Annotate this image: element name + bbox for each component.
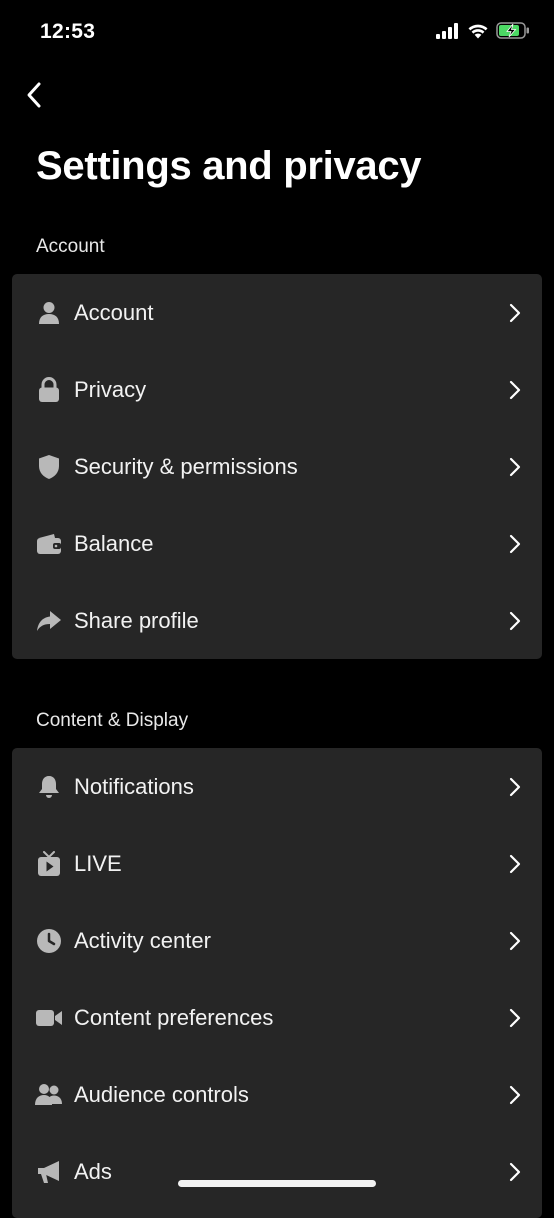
settings-item-label: Account [74, 299, 154, 325]
shield-icon [35, 453, 63, 481]
chevron-right-icon [508, 380, 522, 400]
bell-icon [35, 773, 63, 801]
clock-icon [35, 927, 63, 955]
video-camera-icon [35, 1004, 63, 1032]
chevron-right-icon [508, 1085, 522, 1105]
settings-item-label: Security & permissions [74, 453, 298, 479]
chevron-right-icon [508, 611, 522, 631]
back-button[interactable] [18, 80, 50, 114]
chevron-right-icon [508, 303, 522, 323]
settings-item-balance[interactable]: Balance [12, 505, 542, 582]
settings-item-activity-center[interactable]: Activity center [12, 902, 542, 979]
person-icon [35, 299, 63, 327]
settings-item-privacy[interactable]: Privacy [12, 351, 542, 428]
settings-item-share-profile[interactable]: Share profile [12, 582, 542, 659]
status-bar: 12:53 [0, 0, 554, 66]
people-icon [35, 1081, 63, 1109]
settings-item-account[interactable]: Account [12, 274, 542, 351]
tv-play-icon [35, 850, 63, 878]
content-display-card: Notifications LIVE Activity center Conte… [12, 748, 542, 1218]
settings-item-live[interactable]: LIVE [12, 825, 542, 902]
share-arrow-icon [35, 607, 63, 635]
settings-item-label: Balance [74, 530, 154, 556]
page-title: Settings and privacy [36, 144, 422, 188]
cellular-signal-icon [436, 22, 460, 44]
chevron-right-icon [508, 931, 522, 951]
settings-item-label: Notifications [74, 773, 194, 799]
settings-item-label: Content preferences [74, 1004, 274, 1030]
wallet-icon [35, 530, 63, 558]
settings-item-label: LIVE [74, 850, 122, 876]
settings-item-label: Activity center [74, 927, 211, 953]
chevron-right-icon [508, 777, 522, 797]
settings-item-audience-controls[interactable]: Audience controls [12, 1056, 542, 1133]
settings-item-label: Privacy [74, 376, 147, 402]
lock-icon [35, 376, 63, 404]
section-label-account: Account [36, 236, 105, 257]
chevron-right-icon [508, 854, 522, 874]
status-time: 12:53 [40, 20, 96, 43]
settings-item-notifications[interactable]: Notifications [12, 748, 542, 825]
account-settings-card: Account Privacy Security & permissions B… [12, 274, 542, 659]
wifi-icon [467, 23, 489, 44]
chevron-right-icon [508, 534, 522, 554]
chevron-right-icon [508, 1008, 522, 1028]
settings-item-ads[interactable]: Ads [12, 1133, 542, 1210]
settings-item-content-preferences[interactable]: Content preferences [12, 979, 542, 1056]
settings-item-label: Ads [74, 1158, 112, 1184]
settings-item-security-permissions[interactable]: Security & permissions [12, 428, 542, 505]
megaphone-icon [35, 1158, 63, 1186]
status-icons [436, 22, 530, 44]
home-indicator[interactable] [178, 1180, 376, 1187]
section-label-content-display: Content & Display [36, 710, 189, 731]
battery-charging-icon [496, 22, 530, 44]
settings-item-label: Share profile [74, 607, 199, 633]
settings-item-label: Audience controls [74, 1081, 249, 1107]
chevron-left-icon [25, 81, 43, 114]
chevron-right-icon [508, 457, 522, 477]
chevron-right-icon [508, 1162, 522, 1182]
